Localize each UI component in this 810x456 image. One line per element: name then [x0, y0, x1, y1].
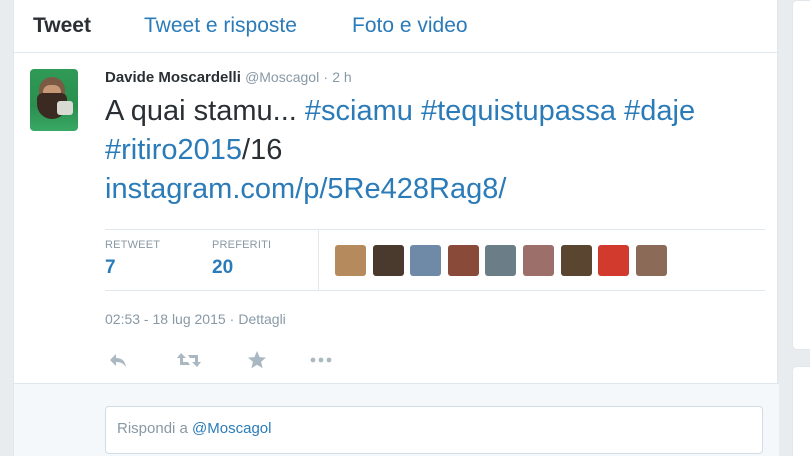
favoriter-avatar[interactable] — [447, 245, 479, 276]
header-separator: · — [323, 69, 329, 85]
profile-tabs: Tweet Tweet e risposte Foto e video — [14, 0, 779, 53]
favorites-stat[interactable]: PREFERITI 20 — [212, 239, 271, 279]
tweet-text-suffix: /16 — [242, 134, 283, 166]
hashtag-sciamu[interactable]: #sciamu — [305, 95, 413, 127]
favorites-count: 20 — [212, 257, 234, 278]
details-link[interactable]: Dettagli — [238, 311, 285, 327]
tab-tweet[interactable]: Tweet — [33, 14, 91, 38]
favoriter-avatar[interactable] — [523, 245, 554, 276]
favoriter-avatar[interactable] — [372, 245, 404, 276]
favoriter-avatar[interactable] — [485, 245, 517, 276]
avatar-toy — [57, 101, 73, 115]
hashtag-tequistupassa[interactable]: #tequistupassa — [421, 95, 616, 127]
tweet-panel: Tweet Tweet e risposte Foto e video Davi… — [13, 0, 779, 456]
tab-photos-videos[interactable]: Foto e video — [352, 14, 468, 38]
tweet-link[interactable]: instagram.com/p/5Re428Rag8/ — [105, 173, 506, 205]
hashtag-ritiro2015[interactable]: #ritiro2015 — [105, 134, 242, 166]
reply-icon[interactable] — [107, 349, 129, 371]
favoriter-avatar[interactable] — [335, 245, 366, 276]
author-name[interactable]: Davide Moscardelli — [105, 69, 241, 86]
timestamp-time[interactable]: 02:53 - 18 lug 2015 — [105, 311, 226, 327]
tweet-timestamp: 02:53 - 18 lug 2015 · Dettagli — [105, 311, 286, 327]
tab-tweet-replies[interactable]: Tweet e risposte — [144, 14, 297, 38]
more-icon[interactable] — [308, 349, 334, 371]
hashtag-daje[interactable]: #daje — [624, 95, 695, 127]
favoriter-avatar[interactable] — [410, 245, 442, 276]
retweet-label: RETWEET — [105, 239, 161, 251]
reply-input[interactable]: Rispondi a @Moscagol — [105, 406, 763, 454]
avatar[interactable] — [30, 69, 78, 131]
reply-placeholder: Rispondi a — [117, 420, 193, 437]
favoriter-avatar[interactable] — [598, 245, 630, 276]
favoriter-avatar[interactable] — [635, 245, 667, 276]
reply-mention: @Moscagol — [192, 420, 272, 437]
tweet-text-part: A quai stamu... — [105, 95, 305, 127]
retweet-icon[interactable] — [175, 349, 203, 371]
stats-divider — [318, 230, 319, 290]
tweet-stats: RETWEET 7 PREFERITI 20 — [105, 229, 765, 291]
retweet-stat[interactable]: RETWEET 7 — [105, 239, 160, 279]
side-card — [792, 0, 810, 350]
retweet-count: 7 — [105, 257, 116, 278]
tweet-header: Davide Moscardelli @Moscagol · 2 h — [105, 69, 352, 86]
side-card-lower — [792, 366, 810, 456]
time-ago[interactable]: 2 h — [332, 69, 351, 85]
author-handle[interactable]: @Moscagol — [245, 69, 319, 85]
favorites-label: PREFERITI — [212, 239, 272, 251]
favoriter-avatar[interactable] — [560, 245, 592, 276]
tweet-text: A quai stamu... #sciamu #tequistupassa #… — [105, 92, 755, 209]
timestamp-separator: · — [229, 311, 235, 327]
reply-area: Rispondi a @Moscagol — [14, 383, 779, 456]
star-icon[interactable] — [246, 349, 268, 371]
